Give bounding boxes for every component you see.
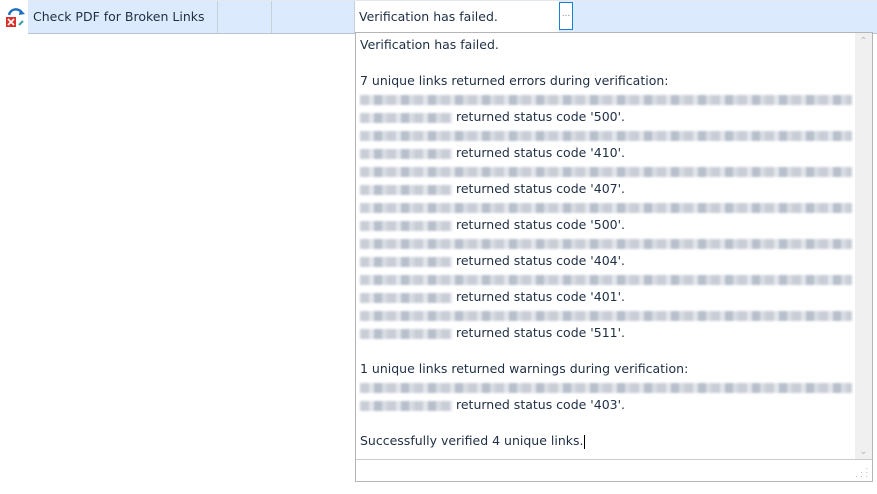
- warning-status: returned status code '403'.: [455, 397, 626, 412]
- error-url: [360, 306, 854, 324]
- text-caret: [583, 434, 585, 449]
- error-item: returned status code '500'.: [360, 216, 854, 234]
- error-status: returned status code '404'.: [455, 253, 626, 268]
- blurred-url: [360, 184, 452, 195]
- error-status: returned status code '407'.: [455, 181, 626, 196]
- error-url: [360, 198, 854, 216]
- error-status: returned status code '410'.: [455, 145, 626, 160]
- errors-heading: 7 unique links returned errors during ve…: [360, 73, 669, 88]
- error-url: [360, 126, 854, 144]
- blurred-url: [360, 292, 452, 303]
- error-status: returned status code '401'.: [455, 289, 626, 304]
- summary-text: Successfully verified 4 unique links.: [360, 433, 584, 448]
- error-item: returned status code '407'.: [360, 180, 854, 198]
- resize-grip-icon[interactable]: . . .. . .: [855, 463, 868, 479]
- failed-task-icon: [6, 8, 25, 27]
- blurred-url: [360, 256, 452, 267]
- error-item: returned status code '410'.: [360, 144, 854, 162]
- error-status: returned status code '511'.: [455, 325, 626, 340]
- error-item: returned status code '401'.: [360, 288, 854, 306]
- blurred-url: [360, 112, 452, 123]
- error-url: [360, 162, 854, 180]
- blurred-url: [360, 148, 452, 159]
- details-text[interactable]: Verification has failed. 7 unique links …: [360, 36, 854, 450]
- details-header: Verification has failed.: [360, 37, 499, 52]
- vertical-scrollbar[interactable]: ⌃ ⌄: [855, 33, 872, 460]
- task-name-cell[interactable]: Check PDF for Broken Links: [28, 1, 218, 33]
- warnings-heading: 1 unique links returned warnings during …: [360, 361, 689, 376]
- error-url: [360, 270, 854, 288]
- error-url: [360, 234, 854, 252]
- scroll-up-icon[interactable]: ⌃: [855, 33, 872, 50]
- blurred-url: [360, 328, 452, 339]
- status-details-popup[interactable]: Verification has failed. 7 unique links …: [355, 32, 873, 482]
- warning-item: returned status code '403'.: [360, 396, 854, 414]
- empty-cell[interactable]: [272, 1, 355, 33]
- popup-footer: . . .. . .: [356, 459, 872, 481]
- warning-url: [360, 378, 854, 396]
- blurred-url: [360, 220, 452, 231]
- error-status: returned status code '500'.: [455, 109, 626, 124]
- empty-cell[interactable]: [218, 1, 272, 33]
- error-item: returned status code '500'.: [360, 108, 854, 126]
- error-item: returned status code '511'.: [360, 324, 854, 342]
- blurred-url: [360, 400, 452, 411]
- ellipsis-button[interactable]: ...: [559, 2, 573, 30]
- error-url: [360, 90, 854, 108]
- error-status: returned status code '500'.: [455, 217, 626, 232]
- status-editor[interactable]: Verification has failed.: [355, 1, 559, 32]
- scroll-down-icon[interactable]: ⌄: [855, 443, 872, 460]
- error-item: returned status code '404'.: [360, 252, 854, 270]
